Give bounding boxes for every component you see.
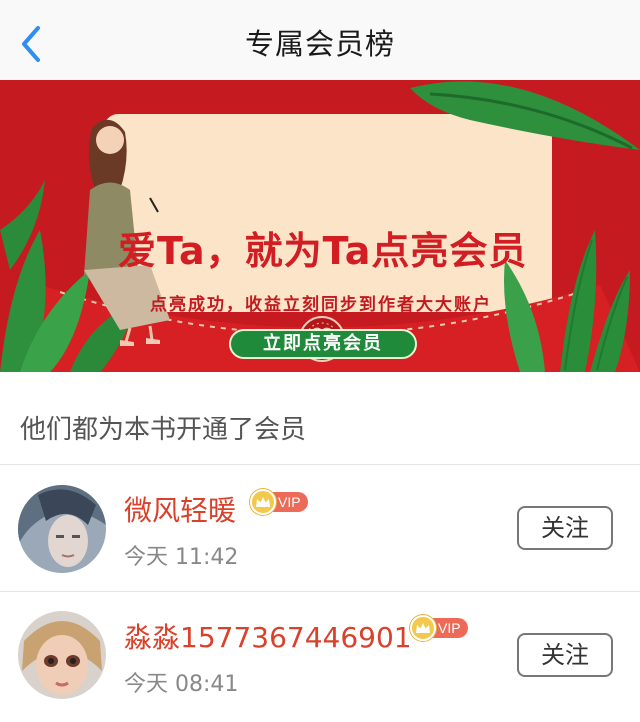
member-row[interactable]: 微风轻暖 VIP 今天 11:42 关注 — [0, 465, 640, 591]
member-name[interactable]: 微风轻暖 — [124, 489, 236, 529]
banner-headline: 爱Ta，就为Ta点亮会员 — [118, 229, 528, 273]
avatar[interactable] — [18, 611, 106, 699]
member-row[interactable]: 淼淼15773674469​01 VIP 今天 08:41 关注 — [0, 592, 640, 718]
banner-subline: 点亮成功，收益立刻同步到作者大大账户 — [150, 295, 492, 315]
page-title: 专属会员榜 — [244, 27, 395, 61]
vip-badge: VIP — [250, 489, 308, 515]
light-up-membership-button[interactable]: 立即点亮会员 — [229, 329, 417, 359]
member-time: 今天 08:41 — [124, 672, 239, 697]
member-time: 今天 11:42 — [124, 545, 239, 570]
member-name[interactable]: 淼淼15773674469​01 — [124, 616, 412, 656]
avatar[interactable] — [18, 485, 106, 573]
promo-banner[interactable]: 爱Ta，就为Ta点亮会员 点亮成功，收益立刻同步到作者大大账户 立即点亮会员 — [0, 80, 640, 372]
section-heading: 他们都为本书开通了会员 — [20, 415, 307, 445]
avatar-image — [18, 611, 106, 699]
vip-badge: VIP — [410, 615, 468, 641]
crown-icon — [410, 615, 436, 641]
follow-button[interactable]: 关注 — [517, 506, 613, 550]
avatar-image — [18, 485, 106, 573]
follow-button[interactable]: 关注 — [517, 633, 613, 677]
crown-icon — [250, 489, 276, 515]
top-bar: 专属会员榜 — [0, 0, 640, 84]
